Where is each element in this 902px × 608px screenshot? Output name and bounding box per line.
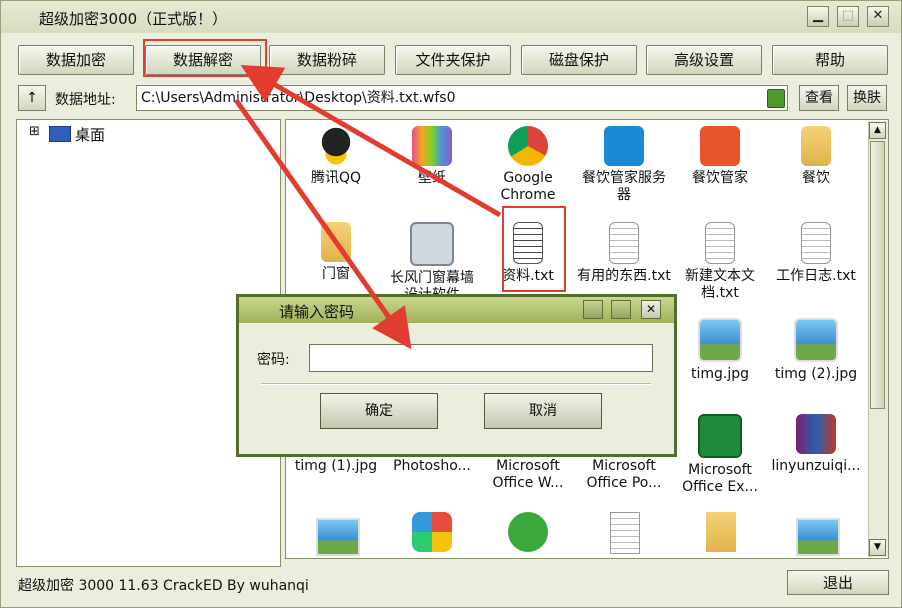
window-title: 超级加密3000（正式版！）: [39, 10, 228, 28]
file-item[interactable]: 餐饮管家: [672, 126, 768, 187]
address-label: 数据地址:: [55, 92, 116, 108]
file-item[interactable]: 壁纸: [384, 126, 480, 187]
file-item[interactable]: 门窗: [288, 222, 384, 283]
security-icon: [508, 512, 548, 552]
wallpaper-icon: [412, 126, 452, 166]
txt-icon: [705, 222, 735, 264]
help-button[interactable]: 帮助: [772, 45, 888, 75]
winrar-icon: [796, 414, 836, 454]
decrypt-highlight-box: [143, 39, 267, 77]
exit-button[interactable]: 退出: [787, 570, 889, 595]
go-icon[interactable]: [767, 89, 785, 108]
image-icon: [316, 518, 360, 556]
image-icon: [796, 518, 840, 556]
tree-item-desktop[interactable]: 桌面: [75, 124, 105, 145]
dialog-divider: [261, 383, 651, 385]
file-item[interactable]: 有用的东西.txt: [576, 222, 672, 294]
close-button[interactable]: ✕: [867, 6, 889, 27]
dialog-maximize-button: [611, 300, 631, 319]
file-highlight-box: [502, 206, 566, 292]
desktop-icon: [49, 126, 71, 142]
file-item[interactable]: 餐饮管家服务器: [576, 126, 672, 204]
folder-icon: [801, 126, 831, 166]
chrome-icon: [508, 126, 548, 166]
file-item[interactable]: 新建文本文档.txt: [672, 222, 768, 302]
excel-icon: [698, 414, 742, 458]
file-item[interactable]: 工作日志.txt: [768, 222, 864, 285]
scroll-thumb[interactable]: [870, 141, 885, 409]
cancel-button[interactable]: 取消: [484, 393, 602, 429]
scroll-down-icon[interactable]: ▼: [869, 539, 886, 556]
status-text: 超级加密 3000 11.63 CrackED By wuhanqi: [18, 578, 309, 594]
folder-icon: [706, 512, 736, 552]
image-icon: [794, 318, 838, 362]
title-bar: 超级加密3000（正式版！） ▁ □ ✕: [1, 1, 901, 33]
address-field[interactable]: C:\Users\Administrator\Desktop\资料.txt.wf…: [136, 85, 788, 111]
txt-icon: [801, 222, 831, 264]
file-item[interactable]: timg.jpg: [672, 318, 768, 383]
txt-icon: [610, 512, 640, 554]
password-dialog: 请输入密码 ✕ 密码: 确定 取消: [236, 294, 677, 457]
app-icon: [410, 222, 454, 266]
dialog-title: 请输入密码: [279, 303, 355, 321]
encrypt-button[interactable]: 数据加密: [18, 45, 134, 75]
view-button[interactable]: 查看: [799, 85, 839, 111]
file-item[interactable]: 餐饮: [768, 126, 864, 187]
image-icon: [698, 318, 742, 362]
dialog-minimize-button: [583, 300, 603, 319]
file-item[interactable]: Google Chrome: [480, 126, 576, 204]
qq-icon: [316, 126, 356, 166]
maximize-button: □: [837, 6, 859, 27]
password-label: 密码:: [257, 352, 290, 368]
shred-button[interactable]: 数据粉碎: [269, 45, 385, 75]
advanced-settings-button[interactable]: 高级设置: [646, 45, 762, 75]
up-button[interactable]: ↑: [18, 85, 46, 111]
minimize-button[interactable]: ▁: [807, 6, 829, 27]
txt-icon: [609, 222, 639, 264]
catering-server-icon: [604, 126, 644, 166]
file-item[interactable]: timg (2).jpg: [768, 318, 864, 383]
scroll-up-icon[interactable]: ▲: [869, 122, 886, 139]
folder-icon: [321, 222, 351, 262]
expand-icon[interactable]: ⊞: [29, 124, 40, 139]
app-icon: [412, 512, 452, 552]
dialog-title-bar: 请输入密码 ✕: [239, 297, 674, 323]
dialog-close-icon[interactable]: ✕: [641, 300, 661, 319]
file-item[interactable]: linyunzuiqi...: [768, 414, 864, 475]
folder-protect-button[interactable]: 文件夹保护: [395, 45, 511, 75]
file-item[interactable]: 长风门窗幕墙设计软件: [384, 222, 480, 294]
skin-button[interactable]: 换肤: [847, 85, 887, 111]
file-item[interactable]: 腾讯QQ: [288, 126, 384, 187]
disk-protect-button[interactable]: 磁盘保护: [521, 45, 637, 75]
password-input[interactable]: [309, 344, 653, 372]
catering-icon: [700, 126, 740, 166]
ok-button[interactable]: 确定: [320, 393, 438, 429]
file-item[interactable]: Microsoft Office Ex...: [672, 414, 768, 494]
